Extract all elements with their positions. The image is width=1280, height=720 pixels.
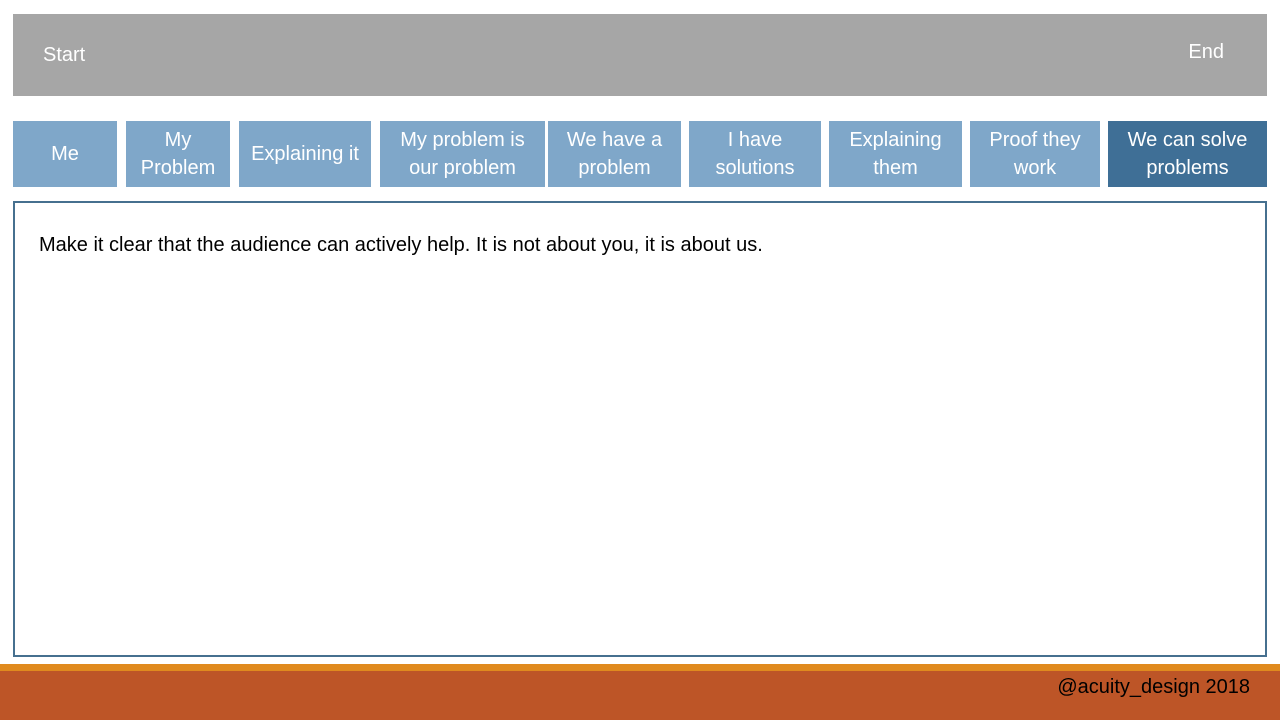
timeline-start-label: Start [43, 44, 86, 66]
step-label: I have solutions [715, 129, 795, 179]
step-explaining-them[interactable]: Explaining them [829, 121, 962, 187]
step-label: Explaining it [251, 143, 359, 165]
step-explaining-it[interactable]: Explaining it [239, 121, 371, 187]
footer-bar: @acuity_design 2018 [0, 671, 1280, 720]
step-label: Explaining them [849, 129, 942, 179]
step-my-problem-is-our-problem[interactable]: My problem is our problem [380, 121, 545, 187]
step-my-problem[interactable]: My Problem [126, 121, 230, 187]
step-label: My Problem [140, 129, 216, 179]
step-proof-they-work[interactable]: Proof they work [970, 121, 1100, 187]
step-label: We have a problem [566, 129, 663, 179]
step-i-have-solutions[interactable]: I have solutions [689, 121, 821, 187]
step-me[interactable]: Me [13, 121, 117, 187]
step-we-have-a-problem[interactable]: We have a problem [548, 121, 681, 187]
content-text: Make it clear that the audience can acti… [39, 234, 763, 256]
step-label: Proof they work [989, 129, 1081, 179]
step-label: Me [51, 143, 79, 165]
step-label: We can solve problems [1127, 129, 1248, 179]
timeline-bar: Start End [13, 14, 1267, 96]
footer-accent-line [0, 664, 1280, 671]
slide: Start End Me My Problem Explaining it My… [0, 0, 1280, 720]
step-label: My problem is our problem [400, 129, 525, 179]
footer-credit: @acuity_design 2018 [1057, 676, 1250, 698]
timeline-end-label: End [1188, 41, 1224, 63]
content-box: Make it clear that the audience can acti… [13, 201, 1267, 657]
step-we-can-solve-problems[interactable]: We can solve problems [1108, 121, 1267, 187]
